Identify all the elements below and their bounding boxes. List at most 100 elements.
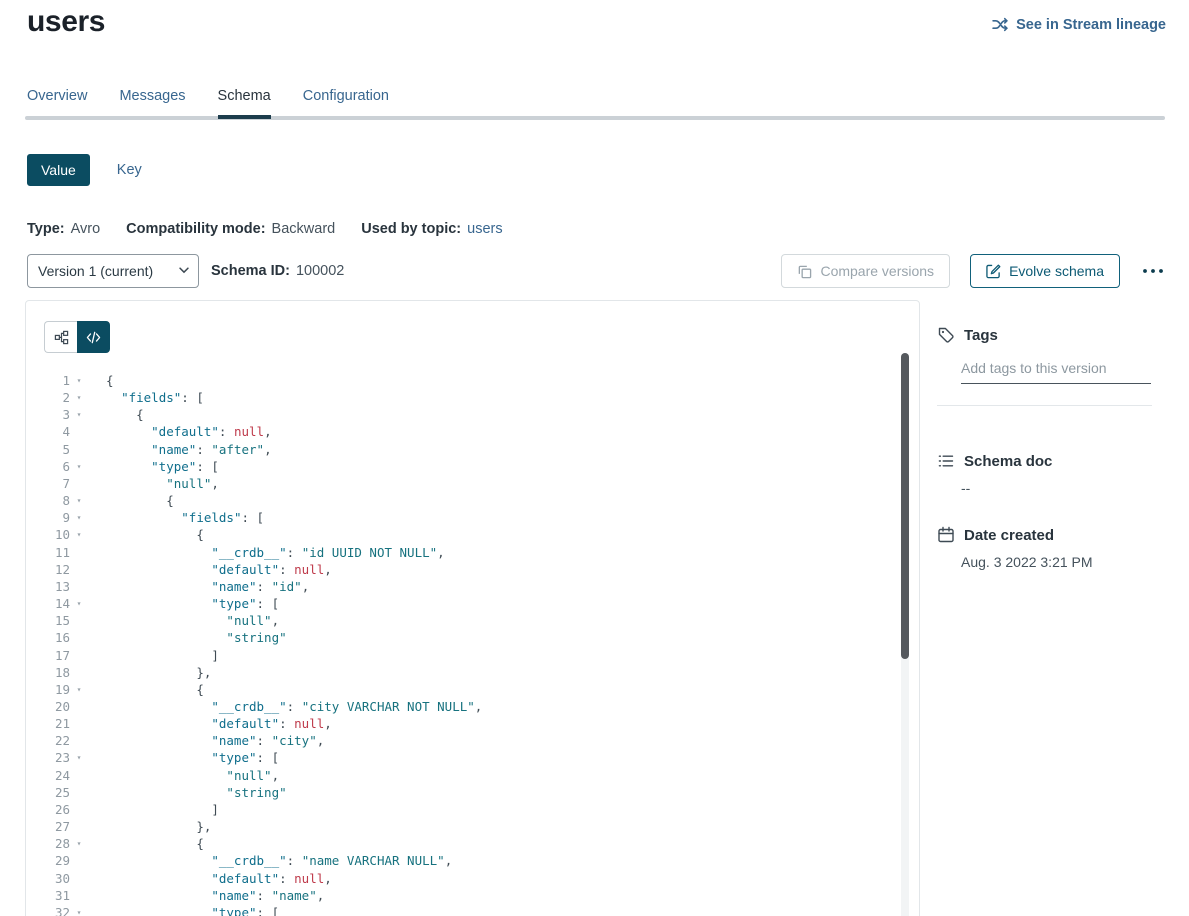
- compare-versions-button[interactable]: Compare versions: [781, 254, 950, 288]
- fold-spacer: [70, 715, 88, 732]
- schema-code-editor[interactable]: 1▾{2▾ "fields": [3▾ {4 "default": null,5…: [26, 372, 895, 916]
- topic-link[interactable]: users: [467, 221, 502, 237]
- code-line: 8▾ {: [26, 492, 895, 509]
- code-line: 12 "default": null,: [26, 561, 895, 578]
- tab-messages[interactable]: Messages: [119, 88, 185, 119]
- fold-spacer: [70, 767, 88, 784]
- fold-spacer: [70, 441, 88, 458]
- code-text: },: [88, 664, 211, 681]
- code-line: 6▾ "type": [: [26, 458, 895, 475]
- fold-spacer: [70, 612, 88, 629]
- line-number: 28: [26, 835, 70, 852]
- compare-versions-label: Compare versions: [820, 263, 934, 279]
- code-line: 21 "default": null,: [26, 715, 895, 732]
- stream-lineage-link[interactable]: See in Stream lineage: [992, 16, 1166, 33]
- line-number: 7: [26, 475, 70, 492]
- code-text: "default": null,: [88, 715, 332, 732]
- code-line: 10▾ {: [26, 526, 895, 543]
- topic-label: Used by topic:: [361, 221, 461, 237]
- code-text: {: [88, 406, 144, 423]
- calendar-icon: [937, 526, 955, 544]
- add-tags-input[interactable]: [961, 358, 1151, 384]
- code-text: "name": "id",: [88, 578, 309, 595]
- code-text: "name": "name",: [88, 887, 324, 904]
- fold-toggle-icon[interactable]: ▾: [70, 458, 88, 475]
- code-view-button[interactable]: [77, 321, 110, 353]
- line-number: 8: [26, 492, 70, 509]
- value-key-toggle: Value Key: [27, 154, 142, 186]
- code-line: 4 "default": null,: [26, 423, 895, 440]
- fold-toggle-icon[interactable]: ▾: [70, 406, 88, 423]
- line-number: 18: [26, 664, 70, 681]
- line-number: 30: [26, 870, 70, 887]
- fold-spacer: [70, 870, 88, 887]
- code-text: "null",: [88, 612, 279, 629]
- sidebar-divider: [937, 405, 1152, 406]
- line-number: 11: [26, 544, 70, 561]
- line-number: 13: [26, 578, 70, 595]
- more-options-button[interactable]: [1140, 264, 1166, 278]
- code-line: 29 "__crdb__": "name VARCHAR NULL",: [26, 852, 895, 869]
- code-text: "type": [: [88, 458, 219, 475]
- schema-doc-value: --: [961, 480, 1152, 496]
- version-select[interactable]: Version 1 (current): [27, 254, 199, 288]
- edit-icon: [986, 264, 1001, 279]
- code-line: 28▾ {: [26, 835, 895, 852]
- code-text: "null",: [88, 767, 279, 784]
- line-number: 26: [26, 801, 70, 818]
- ellipsis-icon: [1142, 268, 1164, 274]
- fold-spacer: [70, 423, 88, 440]
- tree-view-icon: [54, 330, 69, 345]
- fold-toggle-icon[interactable]: ▾: [70, 526, 88, 543]
- code-line: 13 "name": "id",: [26, 578, 895, 595]
- key-toggle-button[interactable]: Key: [117, 162, 142, 178]
- evolve-schema-button[interactable]: Evolve schema: [970, 254, 1120, 288]
- tags-header: Tags: [937, 326, 1152, 344]
- code-text: {: [88, 526, 204, 543]
- date-created-header: Date created: [937, 526, 1152, 544]
- fold-spacer: [70, 818, 88, 835]
- code-text: {: [88, 835, 204, 852]
- fold-toggle-icon[interactable]: ▾: [70, 389, 88, 406]
- line-number: 32: [26, 904, 70, 916]
- tree-view-button[interactable]: [44, 321, 77, 353]
- fold-toggle-icon[interactable]: ▾: [70, 595, 88, 612]
- fold-toggle-icon[interactable]: ▾: [70, 372, 88, 389]
- code-line: 32▾ "type": [: [26, 904, 895, 916]
- value-toggle-button[interactable]: Value: [27, 154, 90, 186]
- code-text: "name": "after",: [88, 441, 272, 458]
- line-number: 3: [26, 406, 70, 423]
- tab-schema[interactable]: Schema: [218, 88, 271, 119]
- fold-toggle-icon[interactable]: ▾: [70, 492, 88, 509]
- code-text: "fields": [: [88, 389, 204, 406]
- line-number: 9: [26, 509, 70, 526]
- schema-editor-panel: 1▾{2▾ "fields": [3▾ {4 "default": null,5…: [25, 300, 920, 916]
- fold-toggle-icon[interactable]: ▾: [70, 835, 88, 852]
- tags-title: Tags: [964, 327, 998, 344]
- code-text: "__crdb__": "city VARCHAR NOT NULL",: [88, 698, 482, 715]
- code-line: 7 "null",: [26, 475, 895, 492]
- code-line: 2▾ "fields": [: [26, 389, 895, 406]
- fold-toggle-icon[interactable]: ▾: [70, 749, 88, 766]
- line-number: 1: [26, 372, 70, 389]
- fold-toggle-icon[interactable]: ▾: [70, 681, 88, 698]
- code-text: "type": [: [88, 595, 279, 612]
- code-text: "__crdb__": "id UUID NOT NULL",: [88, 544, 445, 561]
- fold-toggle-icon[interactable]: ▾: [70, 904, 88, 916]
- schema-id-value: 100002: [296, 263, 344, 279]
- code-line: 5 "name": "after",: [26, 441, 895, 458]
- fold-spacer: [70, 732, 88, 749]
- code-line: 22 "name": "city",: [26, 732, 895, 749]
- code-text: "default": null,: [88, 561, 332, 578]
- line-number: 17: [26, 647, 70, 664]
- fold-toggle-icon[interactable]: ▾: [70, 509, 88, 526]
- page-title: users: [27, 5, 105, 39]
- editor-scrollbar-thumb[interactable]: [901, 353, 909, 659]
- code-text: "type": [: [88, 749, 279, 766]
- fold-spacer: [70, 647, 88, 664]
- code-lines: 1▾{2▾ "fields": [3▾ {4 "default": null,5…: [26, 372, 895, 916]
- schema-id-field: Schema ID:100002: [211, 263, 344, 279]
- code-text: {: [88, 681, 204, 698]
- tab-overview[interactable]: Overview: [27, 88, 87, 119]
- tab-configuration[interactable]: Configuration: [303, 88, 389, 119]
